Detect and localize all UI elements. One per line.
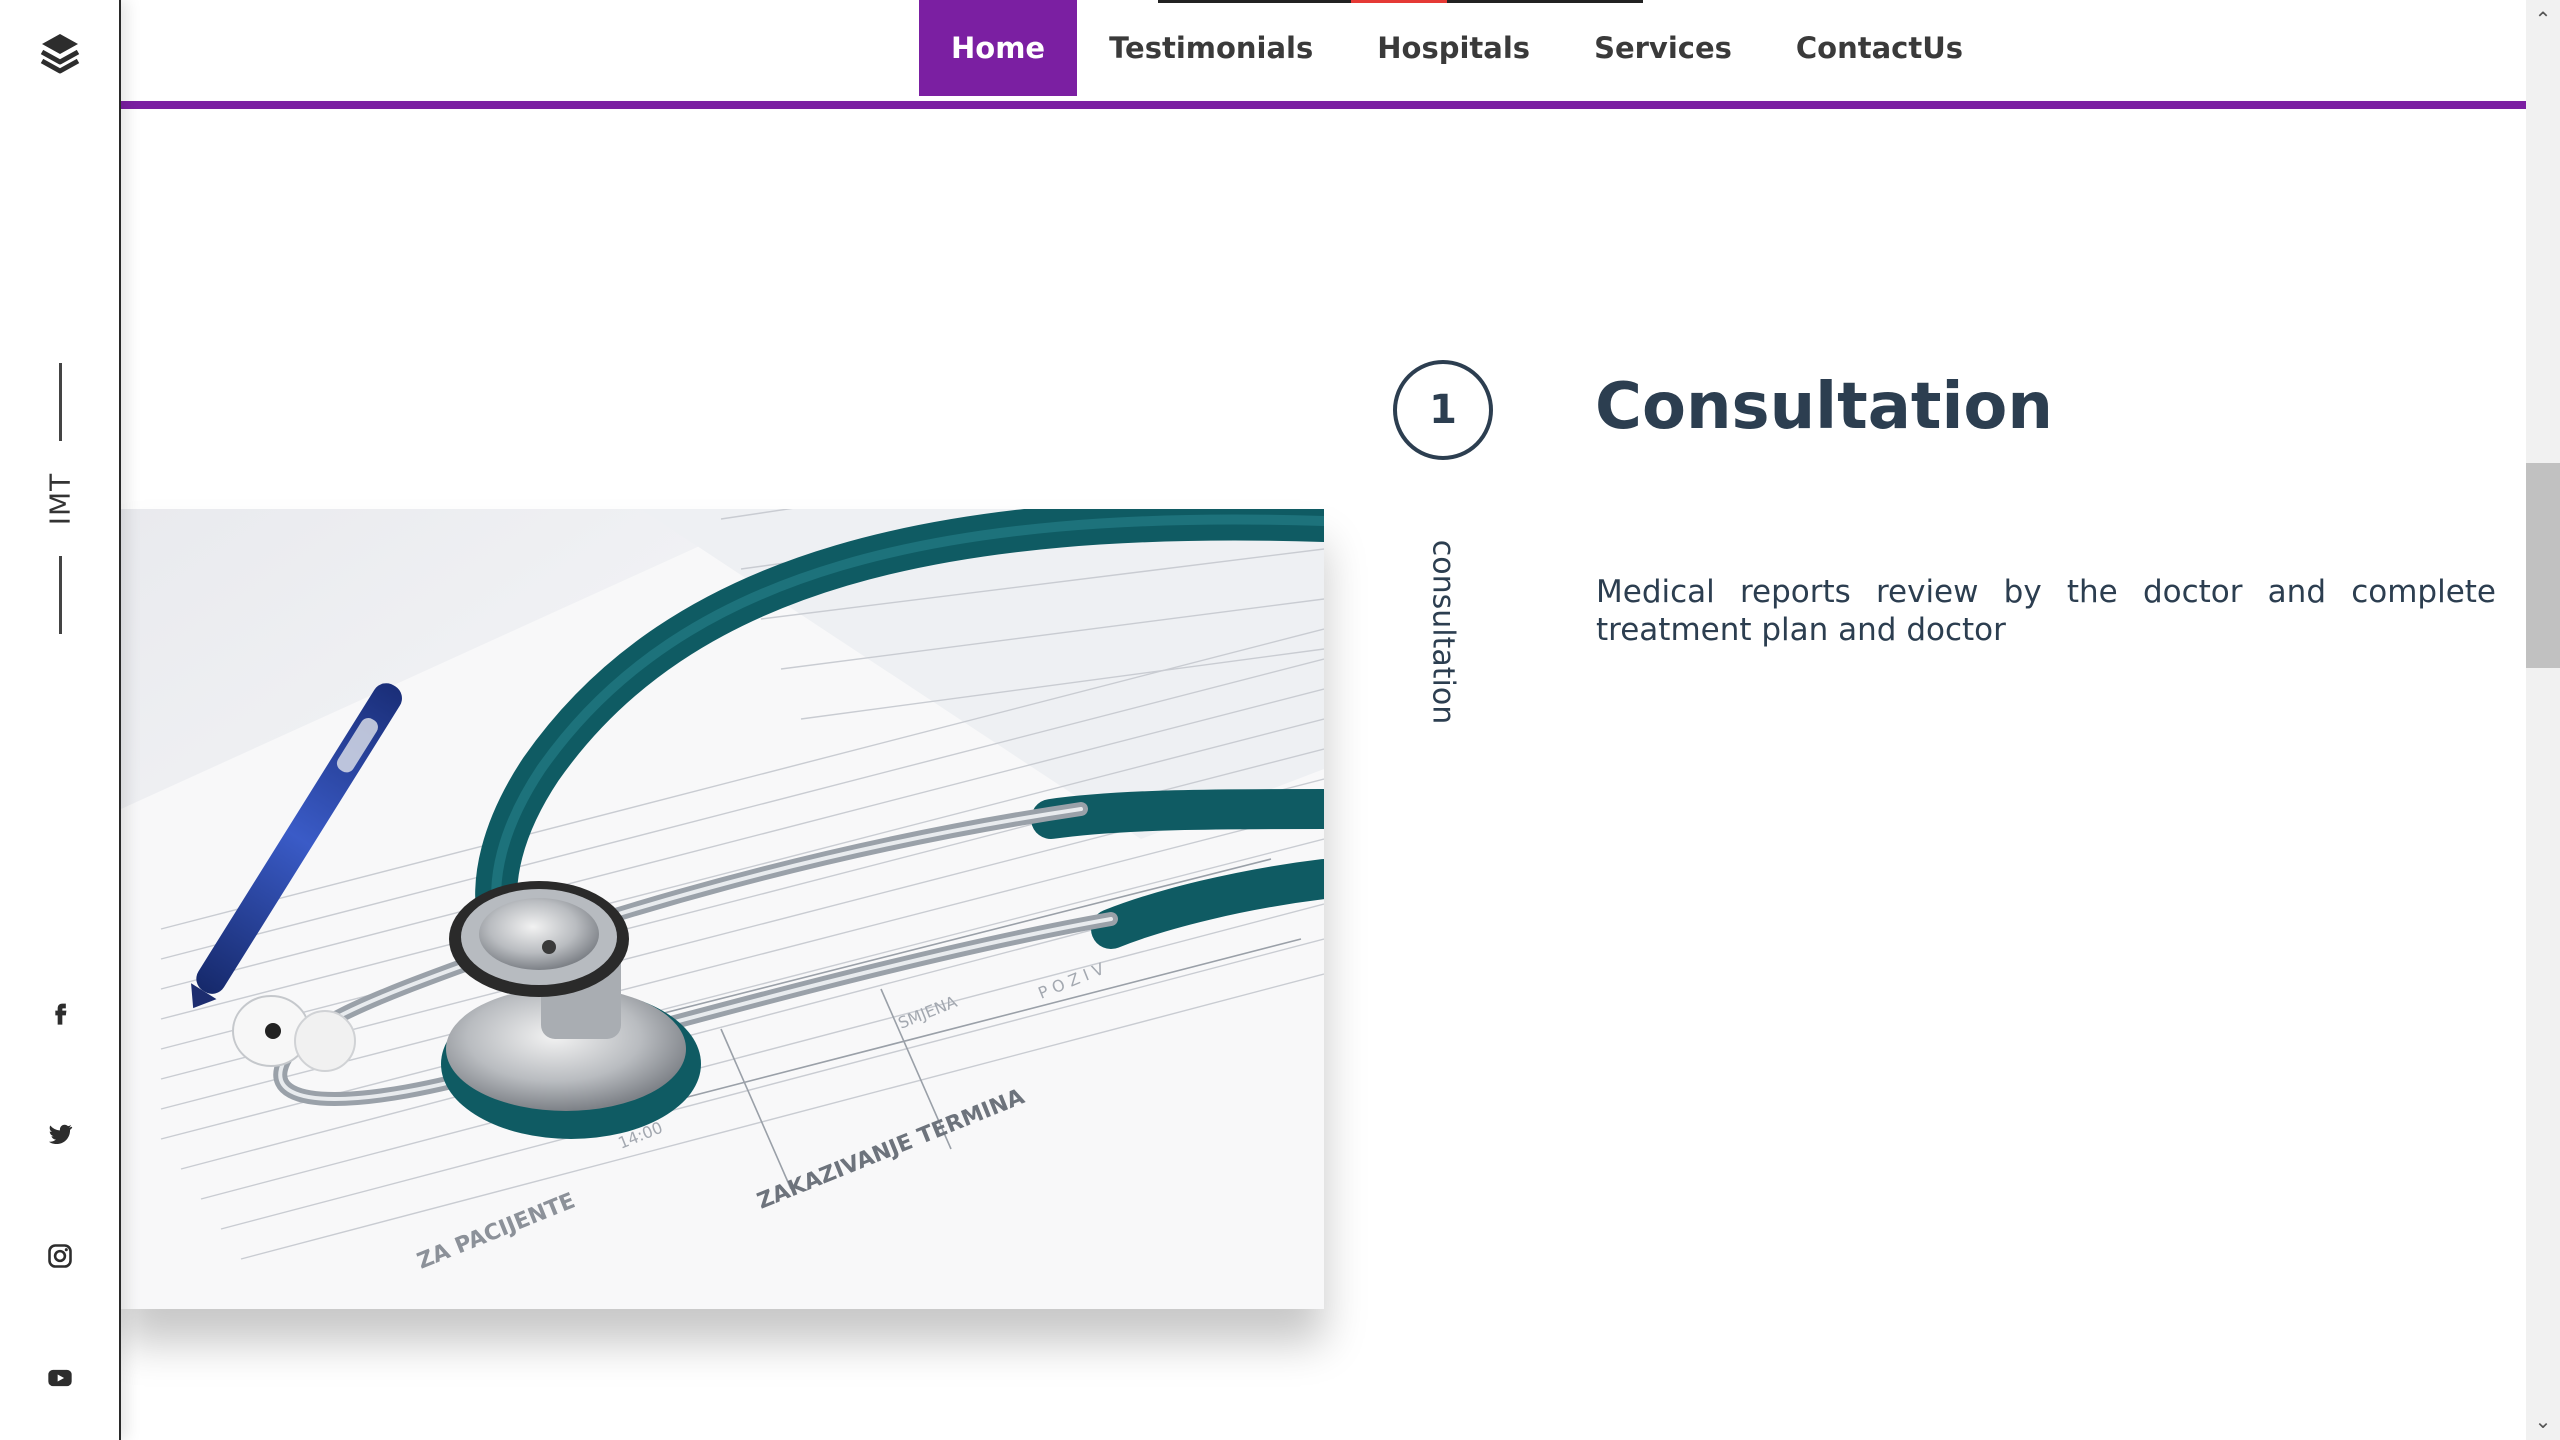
scroll-up-icon[interactable]: ⌃ bbox=[2526, 2, 2560, 36]
nav-home[interactable]: Home bbox=[919, 0, 1078, 96]
twitter-icon[interactable] bbox=[40, 1114, 80, 1154]
left-sidebar: IMT bbox=[0, 0, 121, 1440]
nav-services[interactable]: Services bbox=[1562, 0, 1764, 96]
stethoscope-on-medical-form-photo: ZAKAZIVANJE TERMINA ZA PACIJENTE SMJENA … bbox=[121, 509, 1324, 1309]
brand-name: IMT bbox=[43, 472, 77, 526]
step-vertical-label: consultation bbox=[1425, 539, 1461, 725]
top-navigation-bar: Home Testimonials Hospitals Services Con… bbox=[121, 0, 2526, 109]
page-scrollbar[interactable]: ⌃ ⌄ bbox=[2526, 0, 2560, 1440]
step-description: Medical reports review by the doctor and… bbox=[1596, 574, 2496, 648]
brand-divider-bottom bbox=[59, 556, 62, 634]
step-title: Consultation bbox=[1595, 370, 2053, 444]
facebook-icon[interactable] bbox=[40, 993, 80, 1033]
step-number-badge: 1 bbox=[1393, 360, 1493, 460]
nav-testimonials[interactable]: Testimonials bbox=[1077, 0, 1345, 96]
main-nav: Home Testimonials Hospitals Services Con… bbox=[919, 0, 1995, 96]
instagram-icon[interactable] bbox=[40, 1236, 80, 1276]
nav-hospitals[interactable]: Hospitals bbox=[1345, 0, 1562, 96]
nav-contactus[interactable]: ContactUs bbox=[1764, 0, 1995, 96]
brand-divider-top bbox=[59, 363, 62, 441]
scrollbar-thumb[interactable] bbox=[2526, 463, 2560, 668]
scroll-down-icon[interactable]: ⌄ bbox=[2526, 1404, 2560, 1438]
youtube-icon[interactable] bbox=[40, 1358, 80, 1398]
layers-logo-icon[interactable] bbox=[38, 30, 82, 80]
